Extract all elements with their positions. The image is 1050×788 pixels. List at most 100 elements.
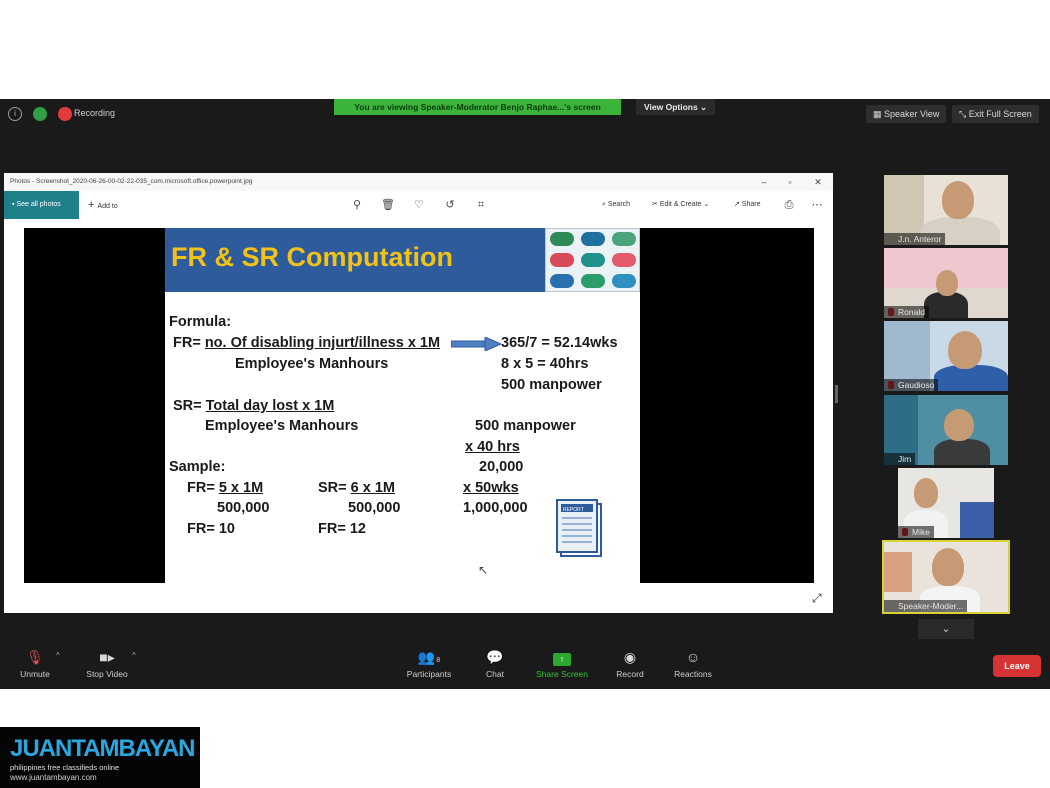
shield-icon[interactable] (33, 107, 47, 121)
participant-name: Jim (884, 453, 916, 465)
zoom-window: i Recording You are viewing Speaker-Mode… (0, 99, 1050, 689)
calc-weeks: 365/7 = 52.14wks (501, 335, 618, 351)
view-options-button[interactable]: View Options ⌄ (636, 99, 716, 115)
close-icon[interactable]: ✕ (806, 173, 830, 191)
photos-toolbar: ▪ See all photos + Add to ⚲ 🗑 ♡ ↺ ⌗ ⌕ Se… (4, 191, 833, 219)
mult-manpower: 500 manpower (475, 418, 576, 434)
participant-name: Mike (898, 526, 934, 538)
decor-chip (550, 274, 574, 288)
photos-title: Photos - Screenshot_2020-06-26-00-02-22-… (10, 178, 253, 185)
decor-chip (581, 232, 605, 246)
mult-total: 1,000,000 (463, 500, 528, 516)
record-button[interactable]: ◉ Record (610, 649, 650, 679)
share-button[interactable]: ↗ Share (734, 191, 761, 219)
decor-chip (550, 232, 574, 246)
logo-url: www.juantambayan.com (10, 773, 97, 782)
leave-button[interactable]: Leave (993, 655, 1041, 677)
sr-prefix: SR= (173, 398, 202, 414)
more-icon[interactable]: ⋯ (810, 198, 824, 212)
sample-sr-numerator: 6 x 1M (350, 480, 395, 496)
sr-numerator: Total day lost x 1M (205, 398, 335, 414)
see-all-photos-button[interactable]: ▪ See all photos (4, 191, 79, 219)
unmute-label: Unmute (20, 669, 50, 679)
participant-tile[interactable]: Ronald (884, 248, 1008, 318)
video-bg (884, 552, 912, 592)
minimize-icon[interactable]: – (752, 173, 776, 191)
unmute-button[interactable]: 🎙 Unmute (14, 649, 56, 679)
crop-icon[interactable]: ⌗ (474, 198, 488, 212)
sample-fr-numerator: 5 x 1M (218, 480, 264, 496)
exit-full-screen-label: Exit Full Screen (968, 109, 1032, 119)
letterbox-left (24, 228, 165, 583)
panel-splitter-handle[interactable] (835, 385, 838, 403)
participant-tile[interactable]: Mike (898, 468, 994, 538)
video-person-head (942, 181, 974, 219)
arrow-graphic (451, 337, 501, 351)
audio-options-caret[interactable]: ^ (56, 651, 60, 660)
share-screen-icon: ↑ (532, 649, 592, 666)
video-camera-icon: ■▸ (99, 649, 115, 665)
slide-title: FR & SR Computation (171, 242, 453, 272)
sr-denominator: Employee's Manhours (205, 418, 359, 434)
share-icon: ↗ (734, 201, 742, 208)
recording-label: Recording (74, 108, 116, 118)
slide-image: FR & SR Computation Formula: FR= no. Of … (165, 228, 640, 583)
chevron-down-icon: ⌄ (941, 623, 951, 635)
fr-formula: FR= no. Of disabling injurt/illness x 1M (173, 335, 440, 351)
info-icon[interactable]: i (8, 107, 22, 121)
photo-viewport: FR & SR Computation Formula: FR= no. Of … (4, 219, 833, 613)
video-person-body (934, 365, 1008, 391)
participant-tile[interactable]: Gaudioso (884, 321, 1008, 391)
participant-tile[interactable]: J.n. Anteror (884, 175, 1008, 245)
rotate-icon[interactable]: ↺ (443, 198, 457, 212)
fr-numerator: no. Of disabling injurt/illness x 1M (204, 335, 441, 351)
report-label: REPORT (563, 507, 584, 513)
stop-video-button[interactable]: ■▸ Stop Video (80, 649, 134, 679)
reactions-button[interactable]: ☺ Reactions (668, 649, 718, 679)
sample-sr-denominator: 500,000 (348, 500, 401, 516)
zoom-bottom-toolbar: 🎙 Unmute ^ ■▸ Stop Video ^ 👥8 Participan… (0, 643, 1050, 689)
maximize-icon[interactable]: ▫ (778, 173, 802, 191)
exit-full-screen-button[interactable]: ⤡ Exit Full Screen (952, 105, 1039, 123)
search-button[interactable]: ⌕ Search (602, 191, 630, 219)
zoom-icon[interactable]: ⚲ (350, 198, 364, 212)
share-label: Share (741, 201, 761, 208)
video-options-caret[interactable]: ^ (132, 651, 136, 660)
participants-button[interactable]: 👥8 Participants (402, 649, 456, 679)
video-person-body (934, 439, 990, 465)
share-screen-button[interactable]: ↑ Share Screen (532, 649, 592, 679)
participant-name: Speaker-Moder... (884, 600, 968, 612)
video-person-head (948, 331, 982, 369)
share-screen-label: Share Screen (536, 669, 588, 679)
video-person-head (932, 548, 964, 586)
mult-hours: x 40 hrs (465, 439, 520, 455)
logo-tagline: philippines free classifieds online (10, 763, 120, 772)
slide-header: FR & SR Computation (165, 228, 545, 292)
fr-prefix: FR= (173, 335, 201, 351)
speaker-view-button[interactable]: ▦ Speaker View (866, 105, 947, 123)
delete-icon[interactable]: 🗑 (381, 198, 395, 212)
expand-icon[interactable]: ⤢ (812, 591, 826, 605)
more-participants-button[interactable]: ⌄ (918, 619, 974, 639)
active-speaker-tile[interactable]: Speaker-Moder... (882, 540, 1010, 614)
participant-name: J.n. Anteror (884, 233, 946, 245)
juantambayan-watermark-logo: JUANTAMBAYAN philippines free classified… (0, 727, 200, 788)
photos-title-bar: Photos - Screenshot_2020-06-26-00-02-22-… (4, 173, 833, 191)
print-icon[interactable]: ⎙ (782, 198, 796, 212)
add-to-button[interactable]: + Add to (88, 191, 118, 219)
sample-sr-result: FR= 12 (318, 521, 366, 537)
edit-create-label: Edit & Create ⌄ (659, 201, 710, 208)
decor-chip (612, 274, 636, 288)
participant-tile[interactable]: Jim (884, 395, 1008, 465)
logo-brand-text: JUANTAMBAYAN (10, 735, 195, 762)
reactions-label: Reactions (674, 669, 712, 679)
decor-chip (612, 232, 636, 246)
mult-weeks: x 50wks (463, 480, 519, 496)
speaker-view-label: Speaker View (884, 109, 940, 119)
favorite-icon[interactable]: ♡ (412, 198, 426, 212)
chat-icon: 💬 (486, 649, 504, 665)
edit-create-button[interactable]: ✂ Edit & Create ⌄ (652, 191, 709, 219)
zoom-top-bar: i Recording You are viewing Speaker-Mode… (0, 99, 1050, 129)
chat-button[interactable]: 💬 Chat (478, 649, 512, 679)
participants-icon: 👥8 (417, 649, 441, 665)
